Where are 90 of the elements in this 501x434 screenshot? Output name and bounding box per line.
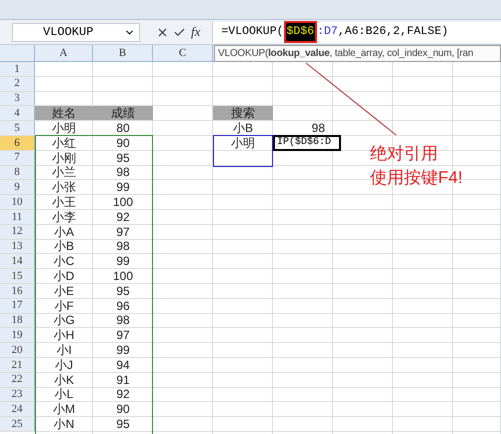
table-cell-text: 小王 bbox=[51, 195, 77, 209]
row-header[interactable]: 4 bbox=[0, 106, 35, 120]
row-header[interactable]: 19 bbox=[0, 328, 35, 342]
row-header[interactable]: 1 bbox=[0, 62, 35, 76]
row-header[interactable]: 14 bbox=[0, 254, 35, 268]
table-cell-text: 小H bbox=[52, 328, 76, 342]
formula-text: =VLOOKUP( bbox=[221, 24, 284, 40]
annotation-text: 使用按键F4! bbox=[370, 167, 463, 189]
table-cell-text: 97 bbox=[115, 328, 131, 342]
table-cell-text: 小C bbox=[52, 254, 76, 268]
formula-text: ,A6:B26,2,FALSE) bbox=[338, 24, 448, 40]
table-cell-text: 95 bbox=[115, 417, 131, 431]
row-header[interactable]: 20 bbox=[0, 343, 35, 357]
table-cell-text: 小兰 bbox=[51, 166, 77, 180]
row-header[interactable]: 12 bbox=[0, 224, 35, 239]
cancel-icon[interactable] bbox=[156, 26, 169, 38]
row-header[interactable]: 3 bbox=[0, 92, 35, 106]
insert-function-button[interactable]: fx bbox=[191, 22, 200, 42]
row-header[interactable]: 21 bbox=[0, 358, 35, 372]
function-tooltip: VLOOKUP(lookup_value, table_array, col_index_num, [ran bbox=[214, 45, 501, 62]
row-header[interactable]: 9 bbox=[0, 180, 35, 194]
row-header[interactable]: 25 bbox=[0, 417, 35, 431]
table-cell-text: 96 bbox=[115, 298, 131, 313]
table-header-cell: 姓名 bbox=[35, 106, 93, 120]
row-header[interactable]: 17 bbox=[0, 298, 35, 313]
table-cell-text: 99 bbox=[115, 180, 131, 194]
column-header[interactable]: C bbox=[153, 45, 213, 61]
table-cell-text: 97 bbox=[115, 224, 131, 239]
table-cell-text: 小红 bbox=[51, 136, 77, 150]
table-cell-text: 小张 bbox=[51, 180, 77, 194]
table-cell-text: 小E bbox=[52, 284, 75, 298]
row-header[interactable]: 6 bbox=[0, 136, 35, 150]
table-cell-text: 99 bbox=[115, 254, 131, 268]
row-header[interactable]: 10 bbox=[0, 195, 35, 209]
row-header[interactable]: 16 bbox=[0, 284, 35, 298]
table-cell-text: 小D bbox=[52, 269, 76, 283]
selection-border bbox=[213, 135, 273, 167]
table-cell-text: 91 bbox=[115, 372, 131, 387]
table-cell-text: 100 bbox=[112, 195, 134, 209]
table-cell-text: 小M bbox=[52, 402, 76, 416]
table-cell-text: 小明 bbox=[230, 136, 256, 150]
table-cell-text: 92 bbox=[115, 210, 131, 224]
cell-editor[interactable]: IP($D$6:D bbox=[273, 134, 341, 151]
table-cell-text: 98 bbox=[310, 121, 326, 135]
table-cell-text: 小N bbox=[52, 417, 76, 431]
table-cell-text: 小F bbox=[53, 298, 75, 313]
table-cell-text: 小明 bbox=[51, 121, 77, 135]
table-cell-text: 94 bbox=[115, 358, 131, 372]
row-header[interactable]: 5 bbox=[0, 121, 35, 135]
table-header-cell: 成绩 bbox=[93, 106, 153, 120]
formula-field[interactable]: =VLOOKUP( $D$6 :D7,A6:B26,2,FALSE) bbox=[212, 22, 501, 42]
enter-icon[interactable] bbox=[173, 26, 186, 38]
table-cell-text: 小G bbox=[52, 314, 76, 328]
table-cell-text: 小B bbox=[52, 240, 75, 254]
table-cell-text: 小李 bbox=[51, 210, 77, 224]
row-header[interactable]: 8 bbox=[0, 166, 35, 180]
row-header[interactable]: 7 bbox=[0, 150, 35, 165]
table-cell-text: 90 bbox=[115, 402, 131, 416]
table-cell-text: 99 bbox=[115, 343, 131, 357]
table-header-cell: 搜索 bbox=[213, 106, 273, 120]
table-cell-text: 98 bbox=[115, 240, 131, 254]
table-cell-text: 90 bbox=[115, 136, 131, 150]
annotation-text: 绝对引用 bbox=[370, 143, 439, 165]
table-cell-text: 95 bbox=[115, 150, 131, 165]
table-cell-text: 100 bbox=[112, 269, 134, 283]
row-header[interactable]: 11 bbox=[0, 210, 35, 224]
table-cell-text: 98 bbox=[115, 314, 131, 328]
highlighted-reference: $D$6 bbox=[284, 21, 318, 43]
name-box[interactable]: VLOOKUP bbox=[12, 22, 140, 42]
row-header[interactable]: 22 bbox=[0, 372, 35, 387]
table-cell-text: 小刚 bbox=[51, 150, 77, 165]
table-cell-text: 92 bbox=[115, 388, 131, 402]
table-cell-text: 小K bbox=[52, 372, 75, 387]
table-cell-text: 95 bbox=[115, 284, 131, 298]
table-cell-text: 80 bbox=[115, 121, 131, 135]
row-header[interactable]: 23 bbox=[0, 388, 35, 402]
row-header[interactable]: 15 bbox=[0, 269, 35, 283]
row-header[interactable]: 24 bbox=[0, 402, 35, 416]
row-header[interactable]: 13 bbox=[0, 240, 35, 254]
table-cell-text: 小A bbox=[52, 224, 75, 239]
table-cell-text: 小L bbox=[54, 388, 74, 402]
table-cell-text: 小J bbox=[54, 358, 74, 372]
row-header[interactable]: 2 bbox=[0, 76, 35, 91]
row-header[interactable]: 18 bbox=[0, 314, 35, 328]
table-cell-text: 小I bbox=[55, 343, 73, 357]
table-cell-text: 98 bbox=[115, 166, 131, 180]
column-header[interactable]: A bbox=[35, 45, 93, 61]
table-cell-text: 小B bbox=[232, 121, 254, 135]
range-reference: :D7 bbox=[317, 24, 338, 40]
column-header[interactable]: B bbox=[93, 45, 153, 61]
